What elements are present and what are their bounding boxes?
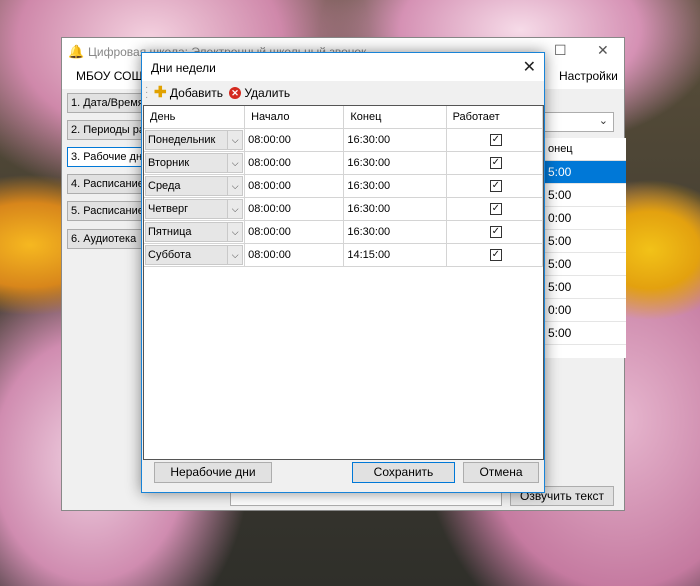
nav-periods[interactable]: 2. Периоды ра — [67, 120, 147, 140]
plus-icon: ✚ — [154, 84, 167, 101]
delete-button[interactable]: ✕ Удалить — [229, 85, 290, 101]
maximize-icon[interactable]: ☐ — [554, 42, 567, 59]
start-time-cell[interactable]: 08:00:00 — [244, 174, 345, 198]
bg-grid-header: онец — [545, 138, 626, 161]
delete-icon: ✕ — [229, 86, 241, 99]
table-row: Понедельник ⌵ 08:00:00 16:30:00 ✓ — [144, 128, 543, 152]
toolbar-grip-icon: · · · — [145, 82, 149, 103]
start-time-cell[interactable]: 08:00:00 — [244, 128, 345, 152]
nav-schedule-2[interactable]: 5. Расписание — [67, 201, 147, 221]
day-select[interactable]: Среда ⌵ — [145, 175, 244, 196]
nav-work-days[interactable]: 3. Рабочие дни — [67, 147, 147, 167]
column-header-end[interactable]: Конец — [343, 106, 447, 129]
column-header-works[interactable]: Работает — [446, 106, 543, 129]
bg-grid-row[interactable]: 5:00 — [545, 161, 626, 184]
nav-audio-library[interactable]: 6. Аудиотека — [67, 229, 147, 249]
column-header-start[interactable]: Начало — [244, 106, 345, 129]
start-time-cell[interactable]: 08:00:00 — [244, 243, 345, 267]
chevron-down-icon[interactable]: ⌵ — [227, 153, 243, 172]
end-time-cell[interactable]: 16:30:00 — [343, 174, 447, 198]
bg-grid-row[interactable]: 5:00 — [545, 230, 626, 253]
weekdays-dialog: Дни недели ✕ · · · ✚ Добавить ✕ Удалить Де… — [141, 52, 545, 493]
day-value: Четверг — [148, 202, 189, 215]
table-row: Суббота ⌵ 08:00:00 14:15:00 ✓ — [144, 243, 543, 267]
works-checkbox[interactable]: ✓ — [489, 202, 502, 215]
day-select[interactable]: Суббота ⌵ — [145, 244, 244, 265]
chevron-down-icon[interactable]: ⌵ — [227, 130, 243, 149]
works-checkbox[interactable]: ✓ — [489, 225, 502, 238]
works-checkbox[interactable]: ✓ — [489, 133, 502, 146]
day-select[interactable]: Четверг ⌵ — [145, 198, 244, 219]
bg-grid-row[interactable]: 0:00 — [545, 299, 626, 322]
day-select[interactable]: Понедельник ⌵ — [145, 129, 244, 150]
bg-grid-row[interactable]: 5:00 — [545, 253, 626, 276]
chevron-down-icon[interactable]: ⌵ — [227, 245, 243, 264]
end-time-cell[interactable]: 16:30:00 — [343, 220, 447, 244]
bg-grid-row[interactable]: 5:00 — [545, 184, 626, 207]
dialog-title: Дни недели — [151, 61, 216, 75]
chevron-down-icon[interactable]: ⌵ — [227, 176, 243, 195]
start-time-cell[interactable]: 08:00:00 — [244, 151, 345, 175]
close-icon[interactable]: ✕ — [597, 42, 609, 59]
bg-grid-row[interactable]: 0:00 — [545, 207, 626, 230]
dialog-toolbar: · · · ✚ Добавить ✕ Удалить — [142, 81, 544, 105]
day-value: Среда — [148, 179, 181, 192]
day-value: Пятница — [148, 225, 192, 238]
day-value: Вторник — [148, 156, 190, 169]
cancel-button[interactable]: Отмена — [463, 462, 539, 483]
menu-school[interactable]: МБОУ СОШ — [76, 69, 143, 83]
delete-button-label: Удалить — [244, 86, 291, 100]
chevron-down-icon[interactable]: ⌵ — [227, 222, 243, 241]
start-time-cell[interactable]: 08:00:00 — [244, 197, 345, 221]
add-button[interactable]: ✚ Добавить — [154, 85, 223, 101]
chevron-down-icon[interactable]: ⌵ — [227, 199, 243, 218]
table-row: Среда ⌵ 08:00:00 16:30:00 ✓ — [144, 174, 543, 198]
table-row: Четверг ⌵ 08:00:00 16:30:00 ✓ — [144, 197, 543, 221]
day-select[interactable]: Вторник ⌵ — [145, 152, 244, 173]
bg-grid-row[interactable]: 5:00 — [545, 322, 626, 345]
chevron-down-icon: ⌄ — [598, 115, 608, 127]
background-grid: онец 5:00 5:00 0:00 5:00 5:00 5:00 0:00 … — [544, 138, 626, 358]
day-select[interactable]: Пятница ⌵ — [145, 221, 244, 242]
works-checkbox[interactable]: ✓ — [489, 156, 502, 169]
end-time-cell[interactable]: 16:30:00 — [343, 128, 447, 152]
nav-schedule-1[interactable]: 4. Расписание — [67, 174, 147, 194]
end-time-cell[interactable]: 16:30:00 — [343, 151, 447, 175]
works-checkbox[interactable]: ✓ — [489, 179, 502, 192]
day-value: Суббота — [148, 248, 192, 261]
end-time-cell[interactable]: 14:15:00 — [343, 243, 447, 267]
close-icon[interactable]: ✕ — [523, 57, 536, 77]
nav-date-time[interactable]: 1. Дата/Время — [67, 93, 147, 113]
bg-grid-row[interactable]: 5:00 — [545, 276, 626, 299]
holidays-button[interactable]: Нерабочие дни — [154, 462, 272, 483]
bell-icon: 🔔 — [68, 44, 85, 59]
dialog-titlebar: Дни недели ✕ — [142, 53, 544, 81]
background-combo[interactable]: ⌄ — [544, 112, 614, 132]
works-checkbox[interactable]: ✓ — [489, 248, 502, 261]
day-value: Понедельник — [148, 133, 216, 146]
menu-settings[interactable]: Настройки — [559, 69, 618, 83]
table-row: Вторник ⌵ 08:00:00 16:30:00 ✓ — [144, 151, 543, 175]
column-header-day[interactable]: День — [144, 106, 246, 129]
start-time-cell[interactable]: 08:00:00 — [244, 220, 345, 244]
add-button-label: Добавить — [169, 86, 223, 100]
table-row: Пятница ⌵ 08:00:00 16:30:00 ✓ — [144, 220, 543, 244]
weekdays-grid: День Начало Конец Работает Понедельник ⌵ … — [143, 105, 544, 460]
end-time-cell[interactable]: 16:30:00 — [343, 197, 447, 221]
save-button[interactable]: Сохранить — [352, 462, 455, 483]
